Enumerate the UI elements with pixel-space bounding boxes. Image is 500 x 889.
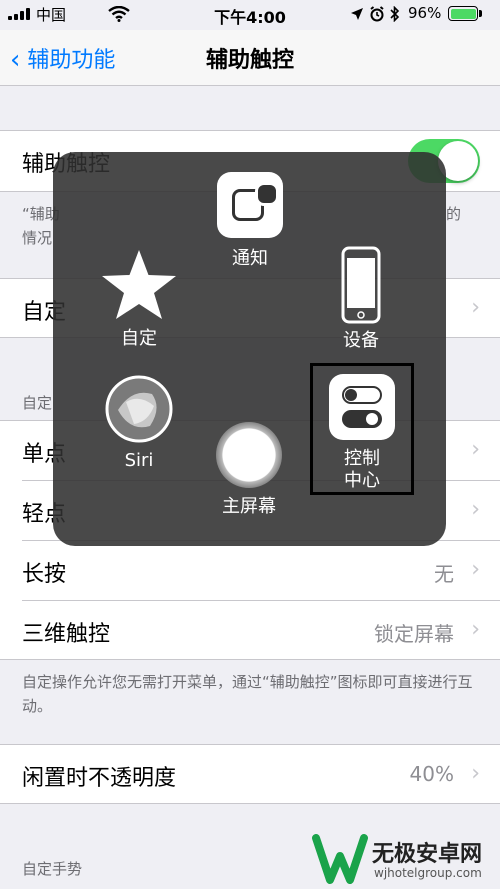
menu-item-siri[interactable]: Siri [79,374,199,471]
watermark-logo-icon [312,834,368,884]
star-icon [102,250,176,319]
action-row-long-press[interactable]: 长按 无 › [0,541,500,601]
menu-item-home[interactable]: 主屏幕 [189,422,309,518]
watermark-name: 无极安卓网 [372,842,483,867]
siri-icon [105,375,173,443]
bluetooth-icon [390,6,400,22]
navigation-bar: ‹ 辅助功能 辅助触控 [0,30,500,86]
status-bar: 中国 下午4:00 96% [0,0,500,30]
battery-icon [448,6,478,21]
notification-icon [217,172,283,238]
highlight-box [310,363,414,495]
location-icon [351,8,363,20]
page-title: 辅助触控 [205,48,294,73]
chevron-right-icon: › [471,497,480,522]
idle-opacity-row[interactable]: 闲置时不透明度 40% › [0,745,500,805]
chevron-right-icon: › [471,617,480,642]
home-button-icon [216,422,282,488]
phone-icon [341,246,381,324]
watermark-url: wjhotelgroup.com [374,866,482,880]
battery-percent: 96% [408,4,442,22]
toggle-footer-right: 的 [446,205,462,223]
chevron-right-icon: › [471,761,480,786]
menu-item-custom[interactable]: 自定 [79,248,199,350]
chevron-right-icon: › [471,295,480,320]
action-row-3d-touch[interactable]: 三维触控 锁定屏幕 › [0,601,500,661]
chevron-right-icon: › [471,557,480,582]
watermark: 无极安卓网 wjhotelgroup.com [312,832,500,888]
menu-item-device[interactable]: 设备 [301,246,421,352]
section-header-custom-gestures: 自定手势 [22,860,83,878]
custom-actions-footer: 自定操作允许您无需打开菜单，通过“辅助触控”图标即可直接进行互动。 [22,673,473,715]
menu-item-notification[interactable]: 通知 [190,172,310,270]
chevron-right-icon: › [471,437,480,462]
section-header-custom-actions: 自定 [22,394,53,412]
alarm-icon [370,6,384,22]
opacity-group: 闲置时不透明度 40% › [0,744,500,804]
